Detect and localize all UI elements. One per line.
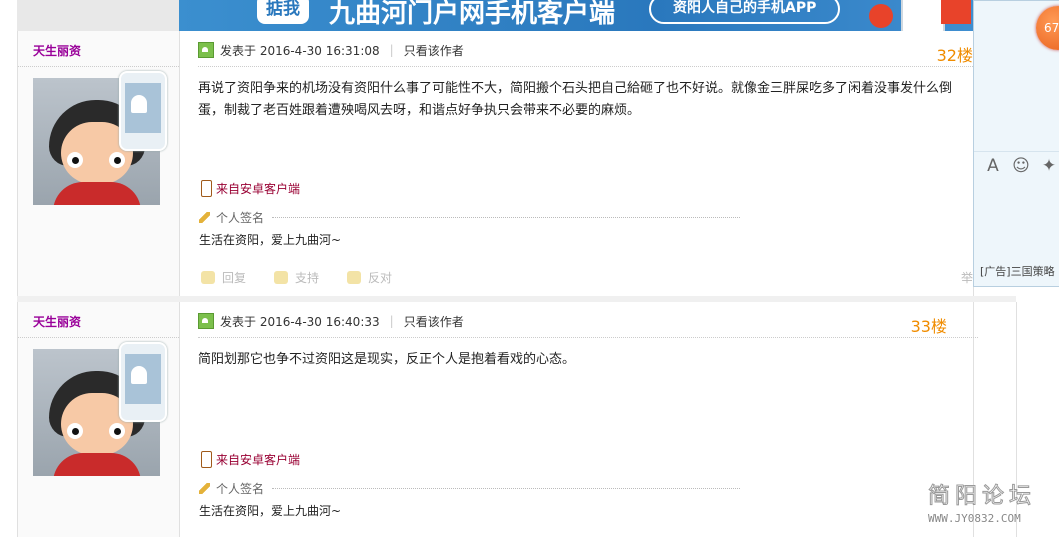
- signature-header: 个人签名: [199, 480, 741, 497]
- ad-link[interactable]: [广告]三国策略: [980, 263, 1055, 279]
- top-left-strip: [17, 0, 179, 31]
- watermark-url: WWW.JY0832.COM: [928, 512, 1021, 525]
- oppose-button[interactable]: 反对: [347, 269, 392, 286]
- client-source[interactable]: 来自安卓客户端: [201, 180, 300, 197]
- support-button[interactable]: 支持: [274, 269, 319, 286]
- floor-number[interactable]: 32楼: [937, 42, 973, 66]
- divider: [272, 217, 741, 218]
- post-time: 发表于 2016-4-30 16:31:08: [220, 43, 380, 58]
- post-33: 天生丽资 发表于 2016-4-30 16:40:33 | 只看该作者 33楼 …: [17, 302, 978, 537]
- post-actions: 回复 支持 反对: [201, 269, 420, 286]
- online-status-icon: [198, 313, 214, 329]
- meta-separator: |: [389, 314, 394, 328]
- app-promo-banner[interactable]: 掂我 九曲河门户网手机客户端 资阳人自己的手机APP: [179, 0, 973, 31]
- post-author-sidebar: 天生丽资: [17, 302, 180, 537]
- view-author-only-link[interactable]: 只看该作者: [404, 42, 464, 59]
- post-content: 简阳划那它也争不过资阳这是现实，反正个人是抱着看戏的心态。: [198, 352, 576, 367]
- client-source-label[interactable]: 来自安卓客户端: [216, 180, 300, 197]
- thumbs-down-icon: [347, 271, 362, 284]
- font-icon[interactable]: A: [984, 156, 1002, 176]
- banner-circle-icon: [869, 4, 893, 28]
- pencil-icon: [199, 483, 210, 494]
- view-author-only-link[interactable]: 只看该作者: [404, 313, 464, 330]
- floor-number[interactable]: 33楼: [911, 313, 947, 337]
- divider: [18, 66, 179, 67]
- reply-icon: [201, 271, 215, 284]
- post-meta: 发表于 2016-4-30 16:40:33 | 只看该作者: [198, 313, 464, 329]
- divider: [18, 337, 179, 338]
- banner-badge: [941, 0, 971, 24]
- author-name[interactable]: 天生丽资: [33, 42, 81, 59]
- divider: [198, 337, 978, 338]
- phone-icon: [201, 180, 212, 197]
- post-body: 发表于 2016-4-30 16:40:33 | 只看该作者 33楼 简阳划那它…: [179, 302, 978, 537]
- chat-toolbar: A ☺ ✦: [974, 151, 1059, 180]
- post-32: 天生丽资 发表于 2016-4-30 16:31:08 | 只看该作者 32楼 …: [17, 31, 974, 296]
- banner-slogan: 资阳人自己的手机APP: [649, 0, 841, 24]
- magic-icon[interactable]: ✦: [1040, 156, 1058, 176]
- android-phone-icon: [119, 71, 167, 151]
- banner-title: 九曲河门户网手机客户端: [329, 0, 616, 29]
- banner-logo: 掂我: [257, 0, 309, 24]
- signature-text: 生活在资阳，爱上九曲河~: [199, 504, 342, 518]
- watermark-title: 简阳论坛: [927, 484, 1037, 510]
- post-body: 发表于 2016-4-30 16:31:08 | 只看该作者 32楼 再说了资阳…: [179, 31, 974, 296]
- post-meta: 发表于 2016-4-30 16:31:08 | 只看该作者: [198, 42, 464, 58]
- report-link[interactable]: 举: [961, 269, 973, 286]
- signature-header: 个人签名: [199, 209, 741, 226]
- reply-button[interactable]: 回复: [201, 269, 246, 286]
- meta-separator: |: [389, 43, 394, 57]
- client-source-label[interactable]: 来自安卓客户端: [216, 451, 300, 468]
- client-source[interactable]: 来自安卓客户端: [201, 451, 300, 468]
- online-status-icon: [198, 42, 214, 58]
- post-time: 发表于 2016-4-30 16:40:33: [220, 314, 380, 329]
- author-name[interactable]: 天生丽资: [33, 313, 81, 330]
- smile-icon[interactable]: ☺: [1012, 156, 1030, 176]
- thumbs-up-icon: [274, 271, 289, 284]
- signature-label: 个人签名: [216, 211, 265, 225]
- android-phone-icon: [119, 342, 167, 422]
- post-content: 再说了资阳争来的机场没有资阳什么事了可能性不大，简阳搬个石头把自己給砸了也不好说…: [198, 81, 953, 118]
- forum-watermark: 简阳论坛 WWW.JY0832.COM: [927, 478, 1037, 526]
- signature-label: 个人签名: [216, 482, 265, 496]
- divider: [272, 488, 741, 489]
- signature-text: 生活在资阳，爱上九曲河~: [199, 233, 342, 247]
- phone-icon: [201, 451, 212, 468]
- pencil-icon: [199, 212, 210, 223]
- banner-phone-icon: [901, 0, 945, 31]
- post-author-sidebar: 天生丽资: [17, 31, 180, 296]
- divider: [198, 66, 973, 67]
